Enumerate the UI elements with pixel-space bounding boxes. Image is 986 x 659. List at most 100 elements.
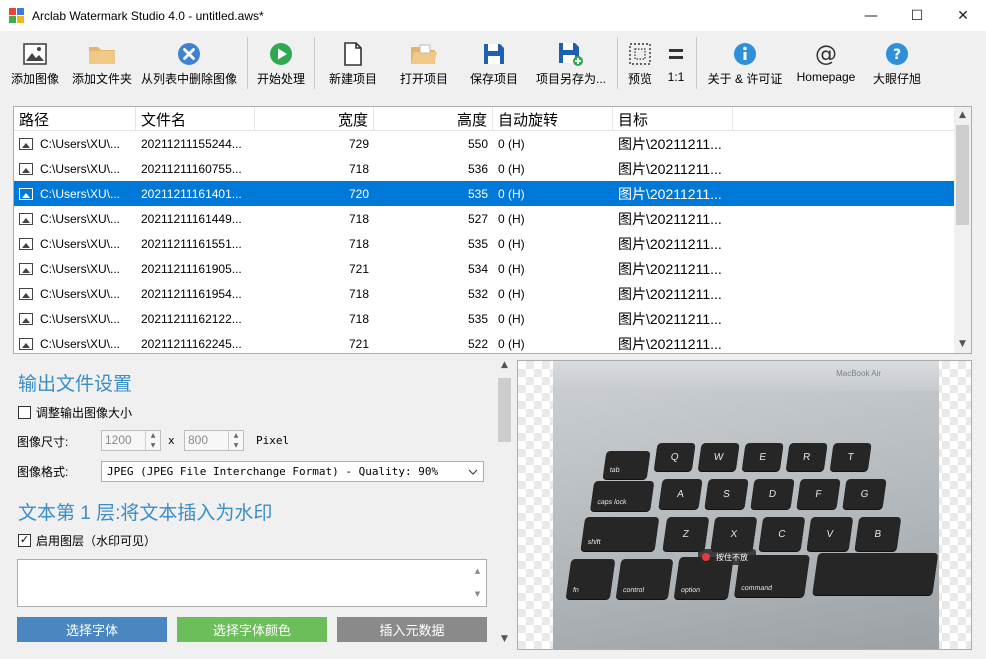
start-processing-button[interactable]: 开始处理 (251, 31, 311, 95)
insert-metadata-button[interactable]: 插入元数据 (337, 617, 487, 642)
save-project-button[interactable]: 保存项目 (460, 31, 528, 95)
image-file-icon (19, 287, 33, 300)
cell-rotate: 0 (H) (498, 136, 525, 151)
open-project-button[interactable]: 打开项目 (388, 31, 460, 95)
table-row[interactable]: C:\Users\XU\... 20211211161401... 720 535 0 … (14, 181, 971, 206)
image-file-list[interactable]: 路径 文件名 宽度 高度 自动旋转 目标 C:\Users\XU\... 2021… (13, 106, 972, 354)
image-file-icon (19, 262, 33, 275)
cell-name: 20211211160755... (141, 161, 242, 176)
scroll-down-arrow[interactable]: ▼ (954, 336, 971, 353)
laptop-lid: MacBook Air (553, 361, 939, 391)
column-header-filename[interactable]: 文件名 (136, 107, 255, 130)
cell-name: 20211211161551... (141, 236, 242, 251)
about-license-button[interactable]: 关于 & 许可证 (700, 31, 790, 95)
keyboard: tab Q W E R T caps lock A S D F G shift … (565, 399, 939, 639)
stepper-down-icon[interactable]: ▼ (229, 441, 243, 451)
toolbar-separator (247, 37, 248, 89)
actual-size-button[interactable]: 1:1 (659, 31, 693, 95)
image-format-select[interactable]: JPEG (JPEG File Interchange Format) - Qu… (101, 461, 484, 482)
table-row[interactable]: C:\Users\XU\... 20211211162245... 721 522 0 … (14, 331, 971, 353)
stepper-up-icon[interactable]: ▲ (146, 431, 160, 441)
image-file-icon (19, 337, 33, 350)
maximize-button[interactable]: ☐ (894, 0, 940, 31)
scroll-thumb[interactable] (498, 378, 511, 442)
scroll-up-arrow[interactable]: ▲ (954, 107, 971, 124)
column-header-target[interactable]: 目标 (613, 107, 733, 130)
column-header-path[interactable]: 路径 (14, 107, 136, 130)
new-file-icon (344, 42, 362, 66)
homepage-button[interactable]: @ Homepage (790, 31, 862, 95)
cell-target: 图片\20211211... (618, 260, 722, 277)
cell-target: 图片\20211211... (618, 310, 722, 327)
select-font-button[interactable]: 选择字体 (17, 617, 167, 642)
key: A (658, 479, 703, 509)
cell-width: 718 (348, 236, 369, 251)
settings-scrollbar[interactable]: ▲ ▼ (496, 360, 513, 650)
enable-layer-checkbox[interactable]: ✓ 启用图层（水印可见） (18, 532, 156, 549)
add-image-button[interactable]: 添加图像 (0, 31, 70, 95)
cell-height: 527 (467, 211, 488, 226)
remove-image-button[interactable]: 从列表中删除图像 (134, 31, 244, 95)
hold-toast: 按住不放 (698, 549, 756, 565)
image-file-icon (19, 187, 33, 200)
text-layer-title: 文本第 1 层:将文本插入为水印 (18, 503, 273, 524)
save-project-as-button[interactable]: 项目另存为... (528, 31, 614, 95)
close-button[interactable]: ✕ (940, 0, 986, 31)
height-stepper[interactable]: 800 ▲ ▼ (184, 430, 244, 451)
column-header-width[interactable]: 宽度 (255, 107, 374, 130)
checkbox-box[interactable]: ✓ (18, 534, 31, 547)
preview-icon (629, 43, 651, 65)
cell-path: C:\Users\XU\... (14, 287, 136, 301)
key: F (796, 479, 841, 509)
watermark-text-input[interactable]: ▲ ▼ (17, 559, 487, 607)
folder-icon (89, 47, 115, 64)
preview-button[interactable]: 预览 (621, 31, 659, 95)
toolbar-separator (696, 37, 697, 89)
open-folder-icon (411, 44, 437, 64)
table-row[interactable]: C:\Users\XU\... 20211211161905... 721 534 0 … (14, 256, 971, 281)
minimize-button[interactable]: — (848, 0, 894, 31)
cell-rotate: 0 (H) (498, 186, 525, 201)
key: V (806, 517, 854, 551)
stepper-down-icon[interactable]: ▼ (146, 441, 160, 451)
cell-path-text: C:\Users\XU\... (40, 261, 121, 276)
cell-name: 20211211161905... (141, 261, 242, 276)
add-folder-button[interactable]: 添加文件夹 (70, 31, 134, 95)
table-row[interactable]: C:\Users\XU\... 20211211155244... 729 550 0 … (14, 131, 971, 156)
key: S (704, 479, 749, 509)
scroll-up-arrow[interactable]: ▲ (469, 560, 486, 583)
info-icon (734, 43, 756, 65)
chevron-down-icon (468, 469, 478, 475)
scroll-down-arrow[interactable]: ▼ (496, 634, 513, 650)
table-row[interactable]: C:\Users\XU\... 20211211160755... 718 536 0 … (14, 156, 971, 181)
table-row[interactable]: C:\Users\XU\... 20211211161551... 718 535 0 … (14, 231, 971, 256)
size-unit: Pixel (256, 434, 290, 447)
table-row[interactable]: C:\Users\XU\... 20211211161954... 718 532 0 … (14, 281, 971, 306)
width-stepper[interactable]: 1200 ▲ ▼ (101, 430, 161, 451)
image-preview: MacBook Air tab Q W E R T caps lock A S … (517, 360, 972, 650)
resize-output-checkbox[interactable]: 调整输出图像大小 (18, 404, 132, 421)
image-file-icon (19, 162, 33, 175)
preview-photo: MacBook Air tab Q W E R T caps lock A S … (553, 361, 939, 649)
new-project-button[interactable]: 新建项目 (318, 31, 388, 95)
scroll-up-arrow[interactable]: ▲ (496, 360, 513, 376)
image-file-icon (19, 137, 33, 150)
stepper-up-icon[interactable]: ▲ (229, 431, 243, 441)
image-icon (23, 43, 47, 65)
cell-path-text: C:\Users\XU\... (40, 211, 121, 226)
scroll-down-arrow[interactable]: ▼ (469, 583, 486, 606)
help-icon: ? (886, 43, 908, 65)
column-header-autorotate[interactable]: 自动旋转 (493, 107, 613, 130)
checkbox-box[interactable] (18, 406, 31, 419)
table-row[interactable]: C:\Users\XU\... 20211211161449... 718 527 0 … (14, 206, 971, 231)
list-scrollbar[interactable]: ▲ ▼ (954, 107, 971, 353)
size-separator: x (168, 434, 175, 447)
cell-path: C:\Users\XU\... (14, 337, 136, 351)
record-dot-icon (702, 553, 710, 561)
table-row[interactable]: C:\Users\XU\... 20211211162122... 718 535 0 … (14, 306, 971, 331)
cell-height: 535 (467, 186, 488, 201)
column-header-height[interactable]: 高度 (374, 107, 493, 130)
scroll-thumb[interactable] (956, 125, 969, 225)
select-font-color-button[interactable]: 选择字体颜色 (177, 617, 327, 642)
help-button[interactable]: ? 大眼仔旭 (862, 31, 932, 95)
